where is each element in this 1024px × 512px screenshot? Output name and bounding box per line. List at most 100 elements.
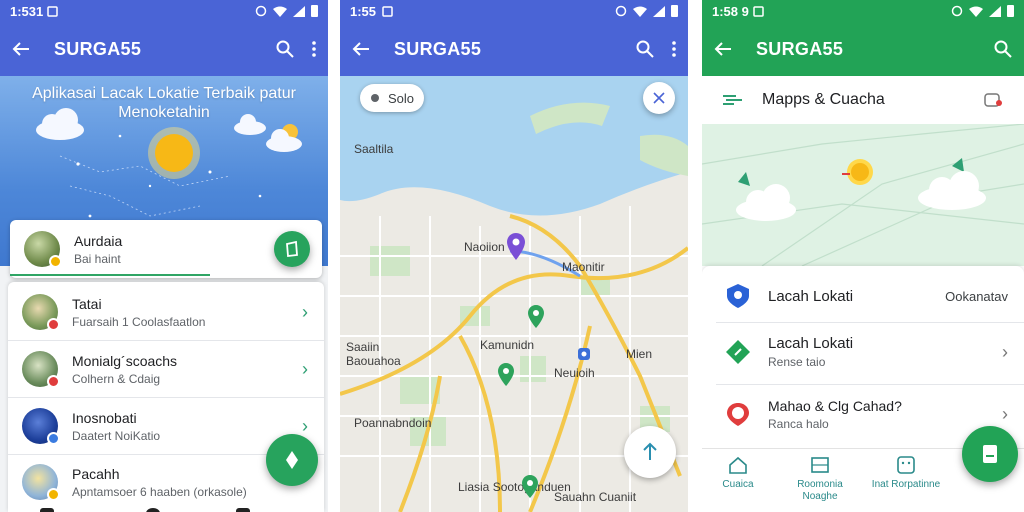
home-icon — [728, 455, 748, 475]
nav-label: Roomonia Noaghe — [797, 479, 843, 502]
nav-home-icon[interactable] — [146, 508, 160, 512]
status-time: 1:55 — [350, 3, 377, 19]
location-pin-icon[interactable] — [506, 232, 526, 262]
directions-button[interactable] — [624, 426, 676, 478]
phone-screen-map: 1:55 SURGA55 Solo Saaltila Naoiion Maoni… — [340, 0, 688, 512]
list-item[interactable]: Tatai Fuarsaih 1 Coolasfaatlon › — [8, 284, 324, 340]
map-label: Naoiion — [464, 240, 505, 254]
item-subtitle: Fuarsaih 1 Coolasfaatlon — [72, 314, 206, 329]
avatar — [22, 408, 60, 445]
sun-icon — [148, 127, 200, 179]
search-icon[interactable] — [636, 40, 654, 58]
more-vert-icon[interactable] — [312, 41, 316, 57]
card-subtitle: Bai haint — [74, 251, 121, 266]
avatar — [22, 464, 60, 501]
notification-icon — [382, 5, 393, 17]
nav-label: Cuaica — [722, 479, 754, 490]
progress-indicator — [10, 274, 210, 276]
search-icon[interactable] — [276, 40, 294, 58]
chevron-right-icon: › — [302, 415, 308, 436]
back-arrow-icon[interactable] — [12, 41, 30, 57]
location-icon — [370, 93, 380, 103]
search-chip-label: Solo — [388, 90, 415, 106]
alarm-icon — [951, 5, 963, 17]
item-title: Lacah Lokati — [768, 287, 854, 305]
section-title: Mapps & Cuacha — [762, 91, 885, 108]
app-bar: SURGA55 — [340, 22, 688, 76]
current-location-card[interactable]: Aurdaia Bai haint — [10, 220, 322, 278]
item-title: Mahao & Clg Cahad? — [768, 397, 902, 414]
notification-icon — [753, 5, 764, 17]
transit-marker-icon[interactable] — [577, 347, 591, 365]
wifi-icon — [273, 6, 287, 17]
navigation-icon — [724, 339, 752, 365]
more-vert-icon[interactable] — [672, 41, 676, 57]
windy-icon — [722, 92, 744, 108]
chevron-right-icon: › — [1002, 403, 1008, 424]
place-marker-icon[interactable] — [521, 474, 539, 500]
location-options-list: Lacah Lokati Ookanatav Lacah Lokati Rens… — [702, 266, 1024, 448]
list-item[interactable]: Monialg´scoachs Colhern & Cdaig › — [8, 341, 324, 397]
add-location-button[interactable] — [274, 231, 310, 267]
compass-button[interactable] — [643, 82, 675, 114]
wifi-icon — [969, 6, 983, 17]
alarm-icon — [615, 5, 627, 17]
place-icon — [724, 401, 752, 427]
place-marker-icon[interactable] — [497, 362, 515, 388]
search-icon[interactable] — [994, 40, 1012, 58]
map-label: Mien — [626, 347, 653, 361]
map-label: Saaltila — [354, 142, 394, 156]
app-title: SURGA55 — [394, 38, 482, 59]
battery-icon — [1007, 5, 1014, 17]
map-label: Sauahn Cuaniit — [554, 490, 637, 504]
phone-screen-weather-list: 1:531 SURGA55 Aplikasai Lacak Lokatie Te… — [0, 0, 328, 512]
map-label: Poannabndoin — [354, 416, 432, 430]
section-header: Mapps & Cuacha — [702, 76, 1024, 124]
map-label: Kamunidn — [480, 338, 535, 352]
alert-icon[interactable] — [984, 92, 1004, 108]
back-arrow-icon[interactable] — [352, 41, 370, 57]
list-item[interactable]: Lacah Lokati Ookanatav — [716, 266, 1024, 326]
back-arrow-icon[interactable] — [714, 41, 732, 57]
mini-map[interactable] — [702, 124, 1024, 266]
nav-item-weather[interactable]: Cuaica — [702, 455, 778, 491]
navigate-button[interactable] — [266, 434, 318, 486]
chevron-right-icon: › — [302, 358, 308, 379]
avatar — [22, 294, 60, 331]
signal-icon — [989, 5, 1001, 17]
nav-back-icon[interactable] — [40, 508, 54, 512]
notification-icon — [47, 5, 58, 17]
signal-icon — [293, 5, 305, 17]
avatar — [24, 231, 62, 268]
list-fab-button[interactable] — [962, 426, 1018, 482]
map-icon — [810, 455, 830, 475]
face-icon — [896, 455, 916, 475]
app-title: SURGA55 — [756, 38, 844, 59]
wifi-icon — [633, 6, 647, 17]
item-subtitle: Colhern & Cdaig — [72, 371, 161, 386]
item-subtitle: Rense taio — [768, 355, 826, 369]
search-chip[interactable]: Solo — [360, 84, 424, 112]
item-title: Monialg´scoachs — [72, 352, 178, 369]
app-title: SURGA55 — [54, 38, 142, 59]
nav-item-map[interactable]: Roomonia Noaghe — [780, 455, 860, 503]
cloud-icon — [36, 108, 84, 140]
app-bar: SURGA55 — [0, 22, 328, 76]
phone-screen-maps-weather: 1:58 9 SURGA55 Mapps & Cuacha Lacah Loka… — [702, 0, 1024, 512]
app-bar: SURGA55 — [702, 22, 1024, 76]
status-bar: 1:531 — [0, 0, 328, 22]
battery-icon — [311, 5, 318, 17]
status-bar: 1:58 9 — [702, 0, 1024, 22]
battery-icon — [671, 5, 678, 17]
map-label: Baouahoa — [346, 354, 401, 368]
chevron-right-icon: › — [1002, 341, 1008, 362]
nav-item-profile[interactable]: Inat Rorpatinne — [866, 455, 946, 491]
card-title: Aurdaia — [74, 232, 123, 249]
item-title: Pacahh — [72, 465, 120, 482]
place-marker-icon[interactable] — [527, 304, 545, 330]
status-bar: 1:55 — [340, 0, 688, 22]
nav-recents-icon[interactable] — [236, 508, 250, 512]
list-item[interactable]: Lacah Lokati Rense taio › — [716, 322, 1024, 382]
item-subtitle: Daatert NoiKatio — [72, 428, 161, 443]
shield-location-icon — [724, 283, 752, 309]
